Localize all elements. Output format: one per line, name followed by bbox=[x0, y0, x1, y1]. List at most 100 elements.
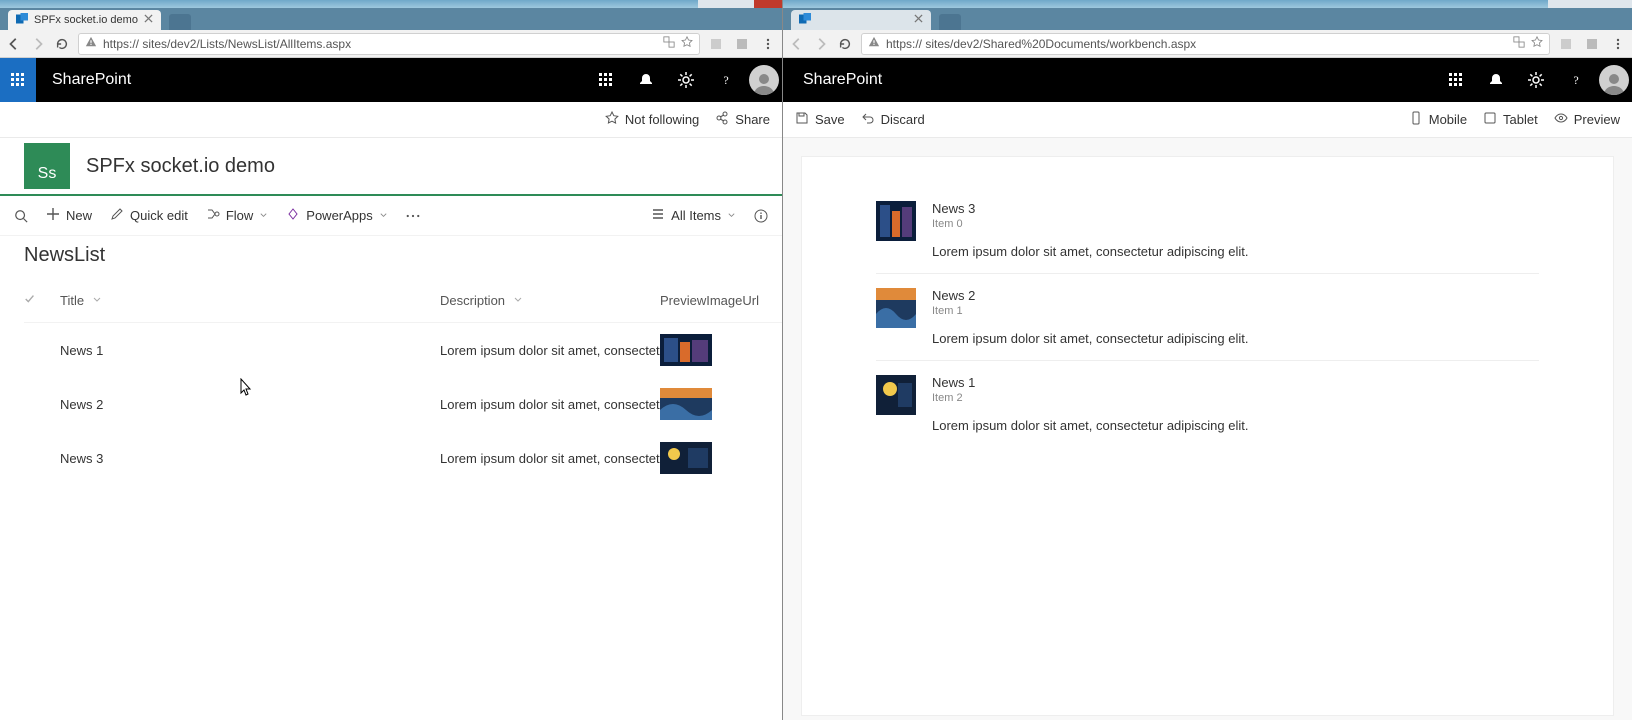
powerapps-label: PowerApps bbox=[306, 208, 372, 223]
address-bar[interactable]: https:// sites/dev2/Shared%20Documents/w… bbox=[861, 33, 1550, 55]
browser-tab-title: SPFx socket.io demo bbox=[34, 14, 138, 26]
app-launcher-button[interactable] bbox=[0, 58, 36, 102]
help-icon[interactable]: ? bbox=[1556, 58, 1596, 102]
site-logo[interactable]: Ss bbox=[24, 143, 70, 189]
pencil-icon bbox=[110, 207, 124, 224]
profile-icon[interactable] bbox=[734, 36, 750, 52]
quick-edit-button[interactable]: Quick edit bbox=[110, 207, 188, 224]
extension-icon[interactable] bbox=[708, 36, 724, 52]
workbench-canvas[interactable]: News 3 Item 0 Lorem ipsum dolor sit amet… bbox=[801, 156, 1614, 716]
menu-icon[interactable] bbox=[760, 36, 776, 52]
sharepoint-favicon-icon bbox=[799, 13, 811, 28]
preview-label: Preview bbox=[1574, 112, 1620, 127]
extension-icon[interactable] bbox=[1558, 36, 1574, 52]
suite-apps-icon[interactable] bbox=[1436, 58, 1476, 102]
tab-close-icon[interactable] bbox=[144, 14, 153, 26]
list-row[interactable]: News 1 Lorem ipsum dolor sit amet, conse… bbox=[24, 323, 782, 377]
profile-icon[interactable] bbox=[1584, 36, 1600, 52]
flow-button[interactable]: Flow bbox=[206, 207, 268, 224]
window-minimize-button[interactable] bbox=[1548, 0, 1576, 8]
site-header: Ss SPFx socket.io demo bbox=[0, 138, 782, 196]
new-button[interactable]: New bbox=[46, 207, 92, 224]
view-selector[interactable]: All Items bbox=[651, 207, 736, 224]
share-button[interactable]: Share bbox=[715, 111, 770, 128]
preview-button[interactable]: Preview bbox=[1554, 111, 1620, 128]
browser-tab[interactable] bbox=[791, 10, 931, 30]
column-header-description[interactable]: Description bbox=[440, 293, 660, 308]
news-card-title: News 2 bbox=[932, 288, 1539, 303]
cell-title: News 3 bbox=[60, 451, 440, 466]
cell-preview-image bbox=[660, 442, 712, 474]
flow-label: Flow bbox=[226, 208, 253, 223]
reload-icon[interactable] bbox=[54, 36, 70, 52]
back-icon[interactable] bbox=[789, 36, 805, 52]
list-row[interactable]: News 3 Lorem ipsum dolor sit amet, conse… bbox=[24, 431, 782, 485]
notifications-icon[interactable] bbox=[626, 58, 666, 102]
user-avatar[interactable] bbox=[1596, 58, 1632, 102]
select-all-checkbox[interactable] bbox=[24, 293, 60, 308]
workbench-action-bar: Save Discard Mobile Tablet Preview bbox=[783, 102, 1632, 138]
window-maximize-button[interactable] bbox=[726, 0, 754, 8]
flow-icon bbox=[206, 207, 220, 224]
chevron-down-icon bbox=[92, 293, 102, 308]
window-close-button[interactable] bbox=[1604, 0, 1632, 8]
browser-extension-icons bbox=[1558, 36, 1626, 52]
help-icon[interactable]: ? bbox=[706, 58, 746, 102]
menu-icon[interactable] bbox=[1610, 36, 1626, 52]
column-preview-label: PreviewImageUrl bbox=[660, 293, 759, 308]
eye-icon bbox=[1554, 111, 1568, 128]
column-header-title[interactable]: Title bbox=[60, 293, 440, 308]
translate-icon[interactable] bbox=[1513, 36, 1525, 51]
browser-window-left: SPFx socket.io demo https:// sites/dev2/… bbox=[0, 0, 783, 720]
window-maximize-button[interactable] bbox=[1576, 0, 1604, 8]
more-actions-button[interactable] bbox=[406, 209, 420, 223]
browser-tab[interactable]: SPFx socket.io demo bbox=[8, 10, 161, 30]
powerapps-button[interactable]: PowerApps bbox=[286, 207, 387, 224]
reload-icon[interactable] bbox=[837, 36, 853, 52]
list-row[interactable]: News 2 Lorem ipsum dolor sit amet, conse… bbox=[24, 377, 782, 431]
settings-gear-icon[interactable] bbox=[1516, 58, 1556, 102]
search-icon[interactable] bbox=[14, 209, 28, 223]
browser-extension-icons bbox=[708, 36, 776, 52]
forward-icon[interactable] bbox=[813, 36, 829, 52]
site-title[interactable]: SPFx socket.io demo bbox=[86, 155, 275, 178]
chevron-down-icon bbox=[259, 208, 268, 223]
view-label: All Items bbox=[671, 208, 721, 223]
window-minimize-button[interactable] bbox=[698, 0, 726, 8]
star-icon[interactable] bbox=[1531, 36, 1543, 51]
new-tab-button[interactable] bbox=[939, 14, 961, 30]
translate-icon[interactable] bbox=[663, 36, 675, 51]
suite-apps-icon[interactable] bbox=[586, 58, 626, 102]
back-icon[interactable] bbox=[6, 36, 22, 52]
window-close-button[interactable] bbox=[754, 0, 782, 8]
column-header-preview[interactable]: PreviewImageUrl bbox=[660, 293, 780, 308]
news-card[interactable]: News 2 Item 1 Lorem ipsum dolor sit amet… bbox=[876, 288, 1539, 361]
mobile-label: Mobile bbox=[1429, 112, 1467, 127]
cell-preview-image bbox=[660, 334, 712, 366]
share-label: Share bbox=[735, 112, 770, 127]
star-icon[interactable] bbox=[681, 36, 693, 51]
site-action-bar: Not following Share bbox=[0, 102, 782, 138]
address-bar-url: https:// sites/dev2/Lists/NewsList/AllIt… bbox=[103, 37, 657, 51]
column-title-label: Title bbox=[60, 293, 84, 308]
forward-icon[interactable] bbox=[30, 36, 46, 52]
save-button[interactable]: Save bbox=[795, 111, 845, 128]
info-pane-icon[interactable] bbox=[754, 209, 768, 223]
mobile-preview-button[interactable]: Mobile bbox=[1409, 111, 1467, 128]
settings-gear-icon[interactable] bbox=[666, 58, 706, 102]
column-description-label: Description bbox=[440, 293, 505, 308]
discard-button[interactable]: Discard bbox=[861, 111, 925, 128]
follow-button[interactable]: Not following bbox=[605, 111, 699, 128]
list-toolbar: New Quick edit Flow PowerApps All Items bbox=[0, 196, 782, 236]
news-card[interactable]: News 1 Item 2 Lorem ipsum dolor sit amet… bbox=[876, 375, 1539, 447]
tablet-preview-button[interactable]: Tablet bbox=[1483, 111, 1538, 128]
news-card[interactable]: News 3 Item 0 Lorem ipsum dolor sit amet… bbox=[876, 201, 1539, 274]
user-avatar[interactable] bbox=[746, 58, 782, 102]
quick-edit-label: Quick edit bbox=[130, 208, 188, 223]
address-bar[interactable]: https:// sites/dev2/Lists/NewsList/AllIt… bbox=[78, 33, 700, 55]
workbench-body: News 3 Item 0 Lorem ipsum dolor sit amet… bbox=[783, 138, 1632, 720]
notifications-icon[interactable] bbox=[1476, 58, 1516, 102]
tab-close-icon[interactable] bbox=[914, 14, 923, 26]
plus-icon bbox=[46, 207, 60, 224]
new-tab-button[interactable] bbox=[169, 14, 191, 30]
